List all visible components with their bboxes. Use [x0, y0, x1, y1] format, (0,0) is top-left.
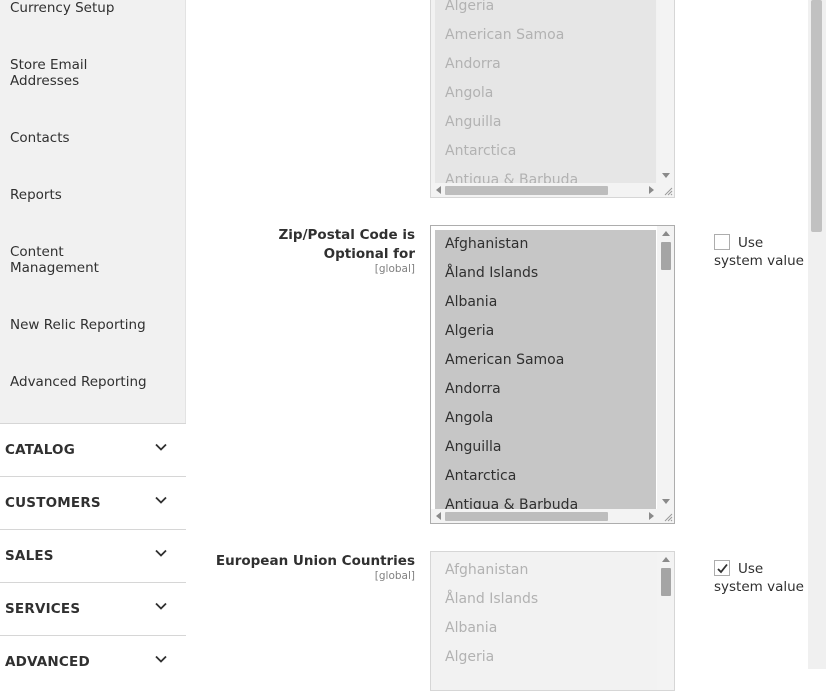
eu-countries-multiselect[interactable]: Afghanistan Åland Islands Albania Algeri…: [430, 551, 675, 691]
eu-countries-scope: [global]: [374, 570, 415, 582]
zip-optional-scope: [global]: [374, 263, 415, 275]
list-option[interactable]: Angola: [435, 404, 656, 433]
list-option[interactable]: Algeria: [435, 0, 656, 21]
chevron-down-icon: [155, 443, 167, 451]
list-option[interactable]: Antarctica: [435, 462, 656, 491]
sidebar-section-advanced[interactable]: ADVANCED: [0, 635, 186, 688]
eu-countries-label: European Union Countries: [215, 553, 415, 569]
scroll-thumb[interactable]: [445, 186, 608, 195]
sidebar-link-content-management[interactable]: Content Management: [10, 244, 110, 276]
zip-optional-label: Zip/Postal Code is Optional for: [278, 227, 415, 262]
list-option[interactable]: Antarctica: [435, 137, 656, 166]
scroll-right-icon[interactable]: [649, 512, 654, 520]
checkmark-icon: [717, 563, 728, 574]
list-option[interactable]: American Samoa: [435, 346, 656, 375]
sidebar-link-store-email-addresses[interactable]: Store Email Addresses: [10, 57, 110, 89]
scroll-down-icon[interactable]: [662, 173, 670, 178]
scroll-down-icon[interactable]: [662, 499, 670, 504]
list-option[interactable]: Afghanistan: [435, 556, 656, 585]
vertical-scrollbar[interactable]: [657, 0, 674, 183]
list-option[interactable]: Algeria: [435, 317, 656, 346]
resize-grip-icon[interactable]: [663, 512, 673, 522]
list-option[interactable]: Albania: [435, 288, 656, 317]
config-sidebar: Currency Setup Store Email Addresses Con…: [0, 0, 186, 688]
options-list: Afghanistan Åland Islands Albania Algeri…: [435, 230, 656, 509]
list-option[interactable]: Anguilla: [435, 433, 656, 462]
sidebar-section-services[interactable]: SERVICES: [0, 582, 186, 635]
eu-countries-use-system-value[interactable]: Use system value: [714, 560, 814, 596]
list-option[interactable]: Åland Islands: [435, 259, 656, 288]
scroll-left-icon[interactable]: [436, 186, 441, 194]
list-option[interactable]: Antigua & Barbuda: [435, 491, 656, 509]
section-title: SERVICES: [5, 601, 81, 617]
list-option[interactable]: Andorra: [435, 50, 656, 79]
section-title: CUSTOMERS: [5, 495, 101, 511]
horizontal-scrollbar[interactable]: [431, 509, 674, 523]
scroll-thumb[interactable]: [445, 512, 608, 521]
scroll-up-icon[interactable]: [662, 231, 670, 236]
section-title: ADVANCED: [5, 654, 90, 670]
list-option[interactable]: Anguilla: [435, 108, 656, 137]
scroll-right-icon[interactable]: [649, 186, 654, 194]
zip-optional-multiselect[interactable]: Afghanistan Åland Islands Albania Algeri…: [430, 225, 675, 524]
options-list: Afghanistan Åland Islands Albania Algeri…: [435, 556, 656, 690]
use-system-value-checkbox[interactable]: [714, 234, 730, 250]
scroll-left-icon[interactable]: [436, 512, 441, 520]
sidebar-section-customers[interactable]: CUSTOMERS: [0, 476, 186, 529]
sidebar-link-contacts[interactable]: Contacts: [10, 130, 175, 146]
list-option[interactable]: Åland Islands: [435, 585, 656, 614]
sidebar-link-advanced-reporting[interactable]: Advanced Reporting: [10, 374, 175, 390]
options-list: Algeria American Samoa Andorra Angola An…: [435, 0, 656, 183]
list-option[interactable]: Andorra: [435, 375, 656, 404]
list-option[interactable]: Albania: [435, 614, 656, 643]
sidebar-link-new-relic-reporting[interactable]: New Relic Reporting: [10, 317, 175, 333]
horizontal-scrollbar[interactable]: [431, 183, 674, 197]
vertical-scrollbar[interactable]: [657, 226, 674, 509]
resize-grip-icon[interactable]: [663, 186, 673, 196]
zip-optional-use-system-value[interactable]: Use system value: [714, 234, 814, 270]
chevron-down-icon: [155, 602, 167, 610]
sidebar-section-catalog[interactable]: CATALOG: [0, 423, 186, 476]
sidebar-section-sales[interactable]: SALES: [0, 529, 186, 582]
use-system-value-checkbox[interactable]: [714, 560, 730, 576]
page-scrollbar[interactable]: [808, 0, 826, 669]
chevron-down-icon: [155, 549, 167, 557]
list-option[interactable]: American Samoa: [435, 21, 656, 50]
section-title: CATALOG: [5, 442, 75, 458]
scroll-thumb[interactable]: [661, 242, 671, 270]
page-scroll-thumb[interactable]: [811, 0, 822, 232]
scroll-up-icon[interactable]: [662, 557, 670, 562]
list-option[interactable]: Angola: [435, 79, 656, 108]
vertical-scrollbar[interactable]: [657, 552, 674, 690]
list-option[interactable]: Algeria: [435, 643, 656, 672]
chevron-down-icon: [155, 496, 167, 504]
chevron-down-icon: [155, 655, 167, 663]
sidebar-link-currency-setup[interactable]: Currency Setup: [10, 0, 175, 16]
list-option[interactable]: Antigua & Barbuda: [435, 166, 656, 183]
sidebar-link-reports[interactable]: Reports: [10, 187, 175, 203]
country-multiselect-top[interactable]: Algeria American Samoa Andorra Angola An…: [430, 0, 675, 198]
section-title: SALES: [5, 548, 54, 564]
list-option[interactable]: Afghanistan: [435, 230, 656, 259]
scroll-thumb[interactable]: [661, 568, 671, 596]
